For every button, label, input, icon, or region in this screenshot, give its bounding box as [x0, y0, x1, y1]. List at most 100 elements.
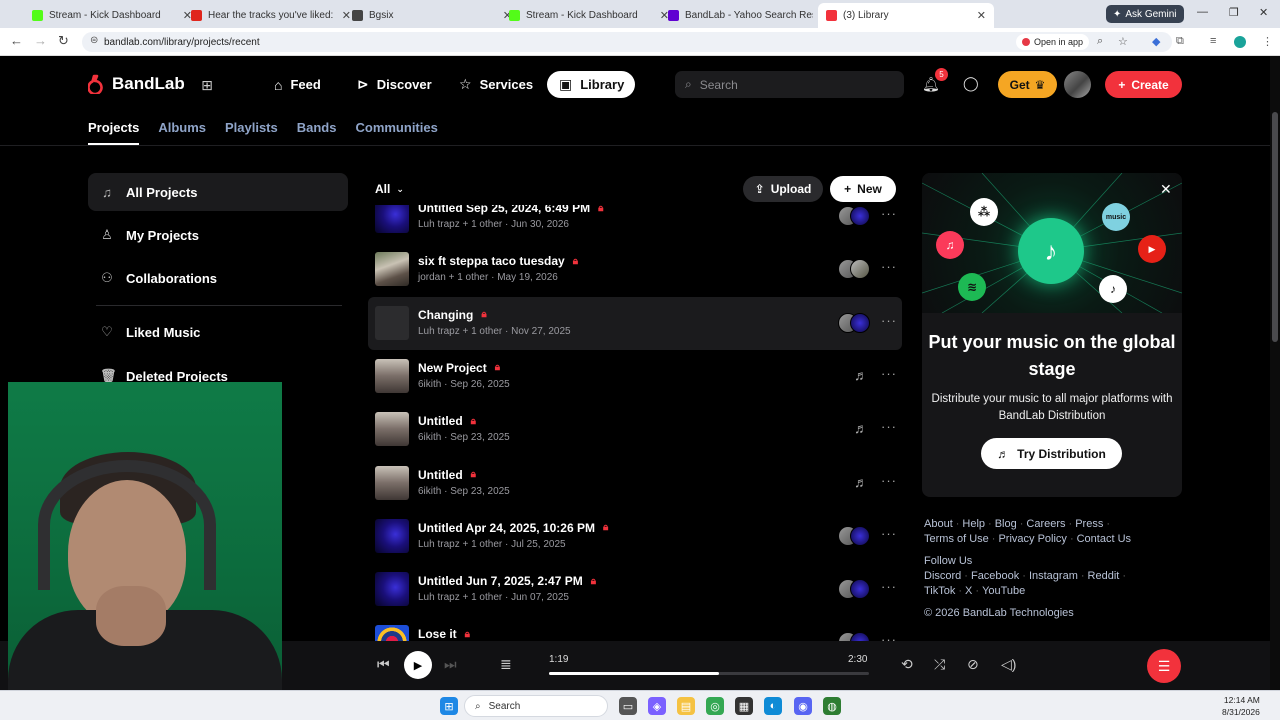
nav-library[interactable]: ▣ Library	[547, 71, 635, 98]
scrollbar-thumb[interactable]	[1272, 112, 1278, 342]
tab-bands[interactable]: Bands	[297, 120, 337, 145]
zoom-icon[interactable]: ⌕	[1097, 35, 1103, 48]
ask-gemini-button[interactable]: ✦ Ask Gemini	[1106, 5, 1184, 23]
maximize-button[interactable]: ❐	[1229, 6, 1239, 19]
footer-link[interactable]: Careers	[1026, 518, 1065, 530]
shuffle-icon[interactable]: ⤮	[934, 656, 945, 673]
search-input[interactable]: ⌕ Search	[675, 71, 904, 98]
close-icon[interactable]: ✕	[1160, 181, 1172, 198]
footer-link[interactable]: TikTok	[924, 585, 955, 597]
project-title[interactable]: Untitled 🔒︎	[418, 414, 476, 428]
next-track-icon[interactable]: ⏭	[444, 656, 457, 673]
project-thumbnail[interactable]	[375, 358, 409, 393]
project-row[interactable]: Lose it 🔒︎ ···	[368, 616, 902, 641]
browser-tab[interactable]: Hear the tracks you've liked: on ✕	[183, 3, 359, 28]
upload-button[interactable]: ⇪ Upload	[743, 176, 823, 202]
reading-list-icon[interactable]: ≡	[1210, 35, 1216, 47]
more-options-icon[interactable]: ···	[881, 206, 897, 221]
reload-icon[interactable]: ↻	[58, 33, 69, 49]
minimize-button[interactable]: —	[1197, 6, 1208, 18]
apps-grid-icon[interactable]: ⊞	[196, 74, 218, 96]
new-project-button[interactable]: + New	[830, 176, 896, 202]
project-row[interactable]: Changing 🔒︎ Luh trapz + 1 other · Nov 27, …	[368, 296, 902, 350]
page-scrollbar[interactable]	[1270, 56, 1280, 690]
project-row[interactable]: Untitled 🔒︎ 6ikith · Sep 23, 2025 ♬ ···	[368, 403, 902, 456]
project-row[interactable]: Untitled Sep 25, 2024, 6:49 PM 🔒︎ Luh trap…	[368, 205, 902, 243]
nav-feed[interactable]: ⌂ Feed	[262, 71, 333, 98]
system-clock[interactable]: 12:14 AM 8/31/2026	[1222, 694, 1260, 718]
footer-link[interactable]: Instagram	[1029, 570, 1078, 582]
project-thumbnail[interactable]	[375, 518, 409, 553]
footer-link[interactable]: X	[965, 585, 972, 597]
footer-link[interactable]: Press	[1075, 518, 1103, 530]
try-distribution-button[interactable]: ♬ Try Distribution	[981, 438, 1122, 469]
get-membership-button[interactable]: Get ♛	[998, 71, 1057, 98]
tab-projects[interactable]: Projects	[88, 120, 140, 145]
browser-tab[interactable]: Stream - Kick Dashboard ✕	[24, 3, 200, 28]
extension-icon[interactable]: ◆	[1152, 35, 1160, 48]
back-icon[interactable]: ←	[10, 33, 23, 48]
more-options-icon[interactable]: ···	[881, 313, 897, 328]
sidebar-item-liked-music[interactable]: ♡ Liked Music	[88, 313, 348, 351]
file-explorer-icon[interactable]: ▤	[677, 697, 695, 715]
sidebar-item-my-projects[interactable]: ♙ My Projects	[88, 216, 348, 254]
mute-icon[interactable]: ⊘	[967, 656, 979, 673]
tab-communities[interactable]: Communities	[355, 120, 437, 145]
footer-link[interactable]: YouTube	[982, 585, 1025, 597]
browser-menu-icon[interactable]: ⋮	[1262, 35, 1273, 48]
footer-link[interactable]: Discord	[924, 570, 961, 582]
project-title[interactable]: six ft steppa taco tuesday 🔒︎	[418, 254, 578, 268]
menu-fab-button[interactable]: ☰	[1147, 649, 1181, 683]
project-title[interactable]: Untitled 🔒︎	[418, 468, 476, 482]
windows-start-icon[interactable]: ⊞	[440, 697, 458, 715]
footer-link[interactable]: Reddit	[1088, 570, 1120, 582]
project-row[interactable]: six ft steppa taco tuesday 🔒︎ jordan + 1 o…	[368, 243, 902, 296]
copilot-icon[interactable]: ◈	[648, 697, 666, 715]
extensions-puzzle-icon[interactable]: ⧉	[1176, 35, 1184, 48]
project-thumbnail[interactable]	[375, 205, 409, 233]
messages-icon[interactable]: ◯	[963, 75, 979, 92]
edge-icon[interactable]: ◐	[764, 697, 782, 715]
bandlab-logo[interactable]: BandLab	[88, 74, 185, 94]
project-title[interactable]: New Project 🔒︎	[418, 361, 500, 375]
create-button[interactable]: + Create	[1105, 71, 1182, 98]
filter-dropdown[interactable]: All ⌄	[375, 182, 404, 196]
url-field[interactable]: ⊜ bandlab.com/library/projects/recent	[82, 32, 1172, 52]
project-title[interactable]: Untitled Jun 7, 2025, 2:47 PM 🔒︎	[418, 574, 596, 588]
store-icon[interactable]: ▦	[735, 697, 753, 715]
nav-services[interactable]: ☆ Services	[447, 71, 545, 98]
footer-link[interactable]: Facebook	[971, 570, 1019, 582]
project-row[interactable]: Untitled 🔒︎ 6ikith · Sep 23, 2025 ♬ ···	[368, 457, 902, 510]
more-options-icon[interactable]: ···	[881, 473, 897, 488]
tab-albums[interactable]: Albums	[158, 120, 206, 145]
footer-link[interactable]: Help	[962, 518, 985, 530]
chrome-icon[interactable]: ◎	[706, 697, 724, 715]
footer-link[interactable]: Contact Us	[1077, 533, 1131, 545]
site-info-icon[interactable]: ⊜	[90, 35, 98, 46]
footer-link[interactable]: Blog	[995, 518, 1017, 530]
sidebar-item-all-projects[interactable]: ♫ All Projects	[88, 173, 348, 211]
project-thumbnail[interactable]	[375, 252, 409, 287]
more-options-icon[interactable]: ···	[881, 366, 897, 381]
project-title[interactable]: Lose it 🔒︎	[418, 627, 470, 641]
previous-track-icon[interactable]: ⏮	[377, 656, 390, 673]
project-thumbnail[interactable]	[375, 465, 409, 500]
bookmark-star-icon[interactable]: ☆	[1118, 35, 1128, 48]
more-options-icon[interactable]: ···	[881, 526, 897, 541]
open-in-app-button[interactable]: Open in app	[1016, 34, 1090, 50]
tab-playlists[interactable]: Playlists	[225, 120, 278, 145]
project-title[interactable]: Untitled Apr 24, 2025, 10:26 PM 🔒︎	[418, 521, 608, 535]
browser-tab[interactable]: Bgsix ✕	[344, 3, 520, 28]
project-thumbnail[interactable]	[375, 572, 409, 607]
discord-icon[interactable]: ◉	[794, 697, 812, 715]
footer-link[interactable]: Privacy Policy	[998, 533, 1066, 545]
volume-icon[interactable]: ◁)	[1001, 656, 1016, 673]
queue-icon[interactable]: ≣	[500, 656, 512, 673]
footer-link[interactable]: About	[924, 518, 953, 530]
footer-link[interactable]: Terms of Use	[924, 533, 989, 545]
more-options-icon[interactable]: ···	[881, 419, 897, 434]
project-row[interactable]: Untitled Jun 7, 2025, 2:47 PM 🔒︎ Luh trapz…	[368, 563, 902, 616]
browser-tab[interactable]: Stream - Kick Dashboard ✕	[501, 3, 677, 28]
project-row[interactable]: New Project 🔒︎ 6ikith · Sep 26, 2025 ♬ ···	[368, 350, 902, 403]
tab-close-icon[interactable]: ✕	[977, 9, 986, 22]
